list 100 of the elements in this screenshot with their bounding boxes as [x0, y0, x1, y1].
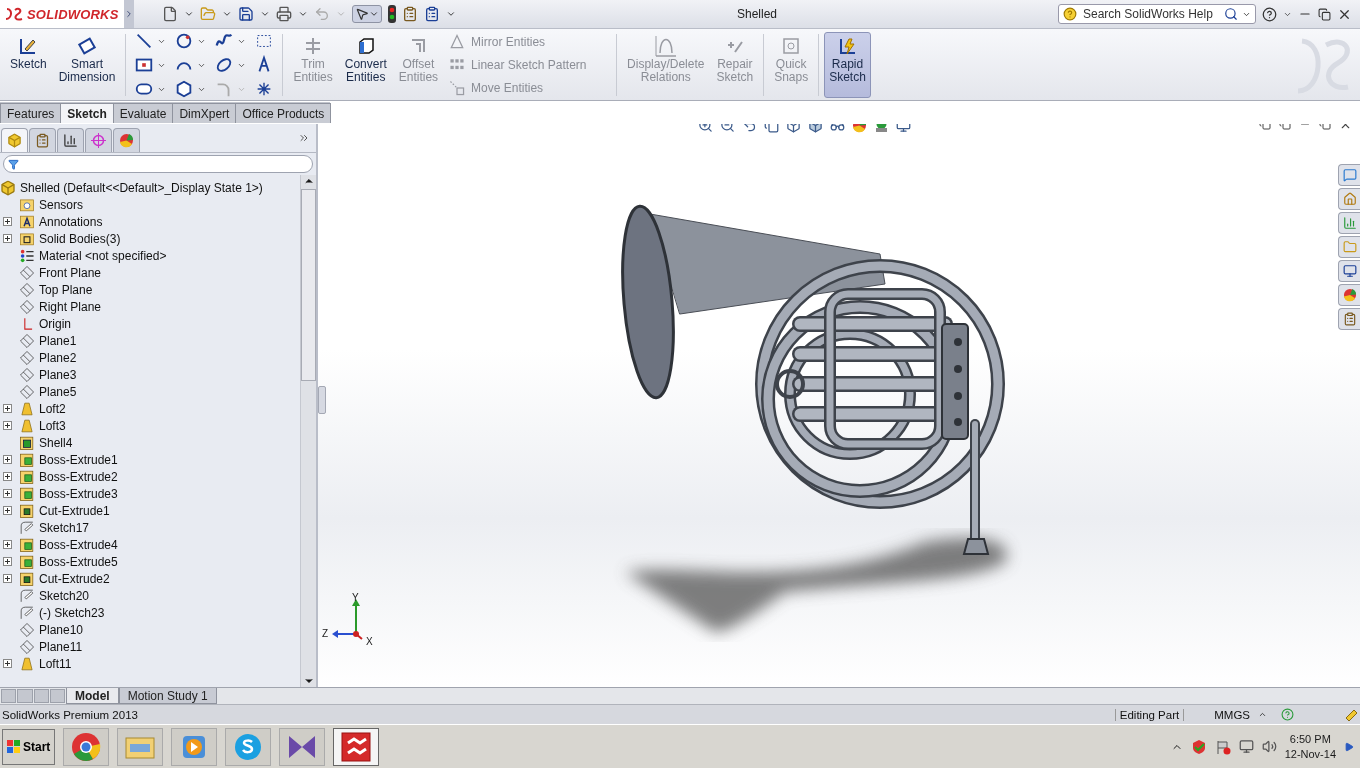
- taskbar-app-button[interactable]: [333, 727, 380, 766]
- tree-item[interactable]: Front Plane: [39, 265, 102, 280]
- toolbar-button[interactable]: Rapid Sketch: [824, 32, 871, 98]
- caret-icon[interactable]: [1258, 710, 1267, 719]
- tree-item[interactable]: Boss-Extrude1: [39, 452, 118, 467]
- expand-box[interactable]: [3, 506, 12, 515]
- expand-box[interactable]: [3, 404, 12, 413]
- dimxpert-tab[interactable]: [85, 128, 112, 152]
- tree-item[interactable]: Plane10: [39, 622, 84, 637]
- taskbar-app-button[interactable]: [225, 727, 272, 766]
- flag-icon[interactable]: [1214, 738, 1231, 755]
- select-button[interactable]: [352, 5, 382, 23]
- pane-icon: [1342, 192, 1357, 206]
- toolbar-button[interactable]: Smart Dimension: [53, 32, 121, 98]
- checklist-icon[interactable]: [424, 6, 440, 22]
- property-manager-tab[interactable]: [29, 128, 56, 152]
- tab[interactable]: Features: [0, 103, 62, 123]
- rebuild-icon[interactable]: [1344, 707, 1358, 722]
- expand-box[interactable]: [3, 540, 12, 549]
- resources-icon[interactable]: [1338, 164, 1360, 186]
- expand-box[interactable]: [3, 472, 12, 481]
- taskbar-app-button[interactable]: [63, 727, 110, 766]
- home-icon[interactable]: [1338, 188, 1360, 210]
- toolbar-button[interactable]: Convert Entities: [339, 32, 392, 98]
- tab[interactable]: Office Products: [235, 103, 332, 123]
- splitter-handle[interactable]: [318, 386, 326, 414]
- expand-box[interactable]: [3, 455, 12, 464]
- tree-item[interactable]: (-) Sketch23: [39, 605, 105, 620]
- tree-item[interactable]: Cut-Extrude2: [39, 571, 110, 586]
- show-desktop-icon[interactable]: [1344, 741, 1354, 752]
- network-icon[interactable]: [1238, 739, 1254, 754]
- library-icon[interactable]: [1338, 212, 1360, 234]
- tree-item[interactable]: Material <not specified>: [39, 248, 167, 263]
- tree-item[interactable]: Plane11: [39, 639, 83, 654]
- printer-icon[interactable]: [276, 6, 292, 22]
- toolbar-button[interactable]: Sketch: [5, 32, 52, 98]
- scrollbar[interactable]: [300, 175, 316, 687]
- custom-properties-icon[interactable]: [1338, 308, 1360, 330]
- tab[interactable]: DimXpert: [172, 103, 237, 123]
- new-file-icon[interactable]: [162, 6, 178, 22]
- tab[interactable]: Motion Study 1: [118, 688, 217, 704]
- feature-manager-tab[interactable]: [1, 128, 28, 152]
- filter-field[interactable]: [3, 155, 313, 173]
- help-icon[interactable]: [1262, 6, 1277, 22]
- tree-item[interactable]: Shelled (Default<<Default>_Display State 1>): [20, 180, 263, 195]
- extrude-icon: [19, 468, 35, 485]
- volume-icon[interactable]: [1261, 739, 1277, 754]
- expand-icon[interactable]: [298, 132, 310, 144]
- expand-box[interactable]: [3, 574, 12, 583]
- tree-item[interactable]: Cut-Extrude1: [39, 503, 110, 518]
- tab[interactable]: Model: [66, 688, 119, 704]
- display-manager-tab[interactable]: [113, 128, 140, 152]
- appearance-icon[interactable]: [1338, 284, 1360, 306]
- clock[interactable]: 6:50 PM 12-Nov-14: [1284, 731, 1336, 762]
- security-icon[interactable]: [1190, 738, 1207, 755]
- options-icon[interactable]: [402, 6, 418, 22]
- configuration-tab[interactable]: [57, 128, 84, 152]
- start-button[interactable]: Start: [2, 728, 56, 765]
- save-icon[interactable]: [238, 6, 254, 22]
- tree-item[interactable]: Loft3: [39, 418, 66, 433]
- tree-item[interactable]: Solid Bodies(3): [39, 231, 121, 246]
- search-icon[interactable]: [1224, 7, 1238, 21]
- expand-box[interactable]: [3, 659, 12, 668]
- tree-item[interactable]: Boss-Extrude5: [39, 554, 118, 569]
- search-field[interactable]: Search SolidWorks Help: [1058, 4, 1256, 24]
- tree-item[interactable]: Sensors: [39, 197, 84, 212]
- tree-item[interactable]: Top Plane: [39, 282, 93, 297]
- expand-box[interactable]: [3, 489, 12, 498]
- tab[interactable]: Sketch: [60, 103, 114, 123]
- tree-item[interactable]: Boss-Extrude4: [39, 537, 118, 552]
- tree-item[interactable]: Boss-Extrude2: [39, 469, 118, 484]
- tree-item[interactable]: Origin: [39, 316, 71, 331]
- tab[interactable]: Evaluate: [112, 103, 174, 123]
- tree-item[interactable]: Sketch20: [39, 588, 90, 603]
- tree-item[interactable]: Plane1: [39, 333, 77, 348]
- caret-icon[interactable]: [260, 9, 270, 19]
- taskbar-app-button[interactable]: [279, 727, 326, 766]
- expand-box[interactable]: [3, 234, 12, 243]
- tree-item[interactable]: Annotations: [39, 214, 103, 229]
- traffic-light-icon[interactable]: [388, 5, 396, 23]
- tree-item[interactable]: Plane3: [39, 367, 77, 382]
- tree-item[interactable]: Shell4: [39, 435, 73, 450]
- caret-icon[interactable]: [298, 9, 308, 19]
- tree-item[interactable]: Loft11: [39, 656, 72, 671]
- caret-icon[interactable]: [446, 9, 456, 19]
- units-status[interactable]: MMGS: [1214, 708, 1250, 721]
- caret-icon[interactable]: [222, 9, 232, 19]
- expand-box[interactable]: [3, 557, 12, 566]
- extrude-icon: [19, 485, 35, 502]
- tree-item[interactable]: Sketch17: [39, 520, 90, 535]
- expand-box[interactable]: [3, 217, 12, 226]
- tree-item[interactable]: Loft2: [39, 401, 66, 416]
- tree-item[interactable]: Plane2: [39, 350, 77, 365]
- tree-item[interactable]: Plane5: [39, 384, 77, 399]
- tree-item[interactable]: Right Plane: [39, 299, 102, 314]
- expand-box[interactable]: [3, 421, 12, 430]
- loft-icon: [19, 417, 35, 434]
- caret-icon[interactable]: [184, 9, 194, 19]
- tree-item[interactable]: Boss-Extrude3: [39, 486, 118, 501]
- view-palette-icon[interactable]: [1338, 260, 1360, 282]
